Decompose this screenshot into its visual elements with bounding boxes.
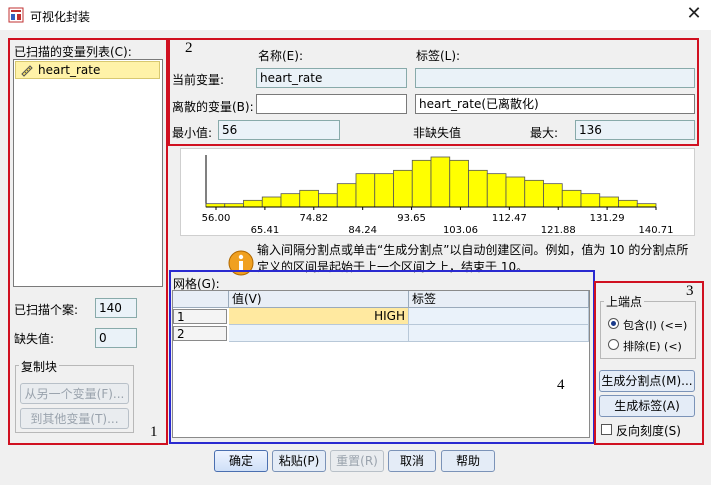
include-radio[interactable] bbox=[608, 318, 619, 329]
annotation-number-3: 3 bbox=[686, 283, 694, 299]
copy-from-button[interactable]: 从另一个变量(F)... bbox=[20, 383, 129, 404]
reset-button[interactable]: 重置(R) bbox=[330, 450, 384, 472]
maximum-label: 最大: bbox=[530, 126, 559, 140]
binned-variable-name-input[interactable] bbox=[256, 94, 407, 114]
variable-list[interactable] bbox=[13, 59, 163, 287]
histogram-bar bbox=[599, 196, 619, 208]
histogram-bar bbox=[280, 193, 301, 208]
binned-variable-label-input[interactable]: heart_rate(已离散化) bbox=[415, 94, 695, 114]
ok-button[interactable]: 确定 bbox=[214, 450, 268, 472]
histogram-bar bbox=[336, 183, 357, 208]
copy-group-title: 复制块 bbox=[19, 358, 60, 375]
minimum-value: 56 bbox=[218, 120, 340, 140]
exclude-radio-label[interactable]: 排除(E) (<) bbox=[623, 338, 682, 354]
histogram-tick-label: 93.65 bbox=[397, 213, 426, 224]
histogram-bar bbox=[468, 169, 488, 208]
missing-label: 缺失值: bbox=[14, 332, 55, 346]
histogram-bar bbox=[561, 189, 582, 208]
histogram-bar bbox=[318, 193, 338, 208]
window-title: 可视化封装 bbox=[30, 10, 91, 24]
upper-endpoint-title: 上端点 bbox=[604, 293, 645, 310]
current-variable-name-field: heart_rate bbox=[256, 68, 407, 88]
histogram-bar bbox=[430, 156, 451, 208]
variable-list-item-name: heart_rate bbox=[38, 63, 101, 77]
missing-value: 0 bbox=[95, 328, 137, 348]
ruler-icon bbox=[20, 63, 34, 77]
histogram-tick-label: 112.47 bbox=[492, 213, 527, 224]
grid-cell-value[interactable]: HIGH bbox=[229, 308, 409, 325]
grid-column-label[interactable]: 标签 bbox=[409, 291, 589, 308]
histogram-bar bbox=[299, 189, 319, 208]
name-column-header: 名称(E): bbox=[258, 49, 303, 63]
histogram-tick-label: 65.41 bbox=[251, 225, 280, 235]
histogram-bar bbox=[580, 193, 601, 208]
histogram-bar bbox=[411, 159, 432, 208]
app-icon bbox=[8, 7, 24, 23]
reverse-scale-label[interactable]: 反向刻度(S) bbox=[616, 422, 681, 439]
scanned-cases-label: 已扫描个案: bbox=[14, 303, 79, 317]
grid-cell-label[interactable] bbox=[409, 308, 589, 325]
make-labels-button[interactable]: 生成标签(A) bbox=[599, 395, 695, 417]
variable-list-label: 已扫描的变量列表(C): bbox=[14, 45, 132, 59]
exclude-radio[interactable] bbox=[608, 339, 619, 350]
include-radio-label[interactable]: 包含(I) (<=) bbox=[623, 317, 687, 333]
reverse-scale-checkbox[interactable] bbox=[601, 424, 612, 435]
histogram-bar bbox=[543, 183, 563, 208]
histogram-bar bbox=[449, 159, 469, 208]
histogram-bar bbox=[505, 176, 526, 208]
histogram-tick-label: 131.29 bbox=[590, 213, 625, 224]
cancel-button[interactable]: 取消 bbox=[388, 450, 436, 472]
grid-column-value[interactable]: 值(V) bbox=[229, 291, 409, 308]
title-bar bbox=[0, 0, 711, 30]
annotation-number-1: 1 bbox=[150, 424, 158, 440]
minimum-label: 最小值: bbox=[172, 126, 213, 140]
current-variable-label: 当前变量: bbox=[172, 73, 225, 87]
grid-cell-value[interactable] bbox=[229, 325, 409, 342]
binned-variable-label: 离散的变量(B): bbox=[172, 100, 254, 114]
grid-row-header[interactable]: 2 bbox=[173, 326, 227, 341]
histogram-bar bbox=[374, 173, 394, 208]
annotation-number-4: 4 bbox=[557, 377, 565, 393]
histogram-tick-label: 84.24 bbox=[348, 225, 377, 235]
histogram-tick-label: 140.71 bbox=[639, 225, 674, 235]
histogram-bar bbox=[618, 199, 638, 208]
annotation-number-2: 2 bbox=[185, 40, 193, 56]
histogram-bar bbox=[261, 196, 282, 208]
current-variable-label-field bbox=[415, 68, 695, 88]
histogram-bar bbox=[524, 179, 544, 208]
make-cutpoints-button[interactable]: 生成分割点(M)... bbox=[599, 370, 695, 392]
histogram-tick-label: 74.82 bbox=[299, 213, 328, 224]
histogram-tick-label: 103.06 bbox=[443, 225, 478, 235]
histogram-tick-label: 121.88 bbox=[541, 225, 576, 235]
grid-row-header[interactable]: 1 bbox=[173, 309, 227, 324]
help-button[interactable]: 帮助 bbox=[441, 450, 495, 472]
grid-cell-label[interactable] bbox=[409, 325, 589, 342]
histogram-bar bbox=[243, 199, 263, 208]
histogram-tick-label: 56.00 bbox=[202, 213, 231, 224]
histogram-chart: 56.00 65.41 74.82 84.24 93.65 103.06 112.47 121… bbox=[202, 155, 674, 236]
histogram-bar bbox=[393, 169, 413, 208]
histogram-bar bbox=[355, 173, 376, 208]
copy-to-button[interactable]: 到其他变量(T)... bbox=[20, 408, 129, 429]
grid-corner-header bbox=[173, 291, 229, 308]
histogram-panel: 56.00 65.41 74.82 84.24 93.65 103.06 112.47 121… bbox=[180, 148, 695, 236]
close-button[interactable]: ✕ bbox=[684, 4, 704, 24]
maximum-value: 136 bbox=[575, 120, 695, 140]
scanned-cases-value: 140 bbox=[95, 298, 137, 318]
paste-button[interactable]: 粘贴(P) bbox=[272, 450, 326, 472]
nonmissing-label: 非缺失值 bbox=[413, 126, 462, 140]
histogram-bar bbox=[486, 173, 507, 208]
label-column-header: 标签(L): bbox=[416, 49, 461, 63]
